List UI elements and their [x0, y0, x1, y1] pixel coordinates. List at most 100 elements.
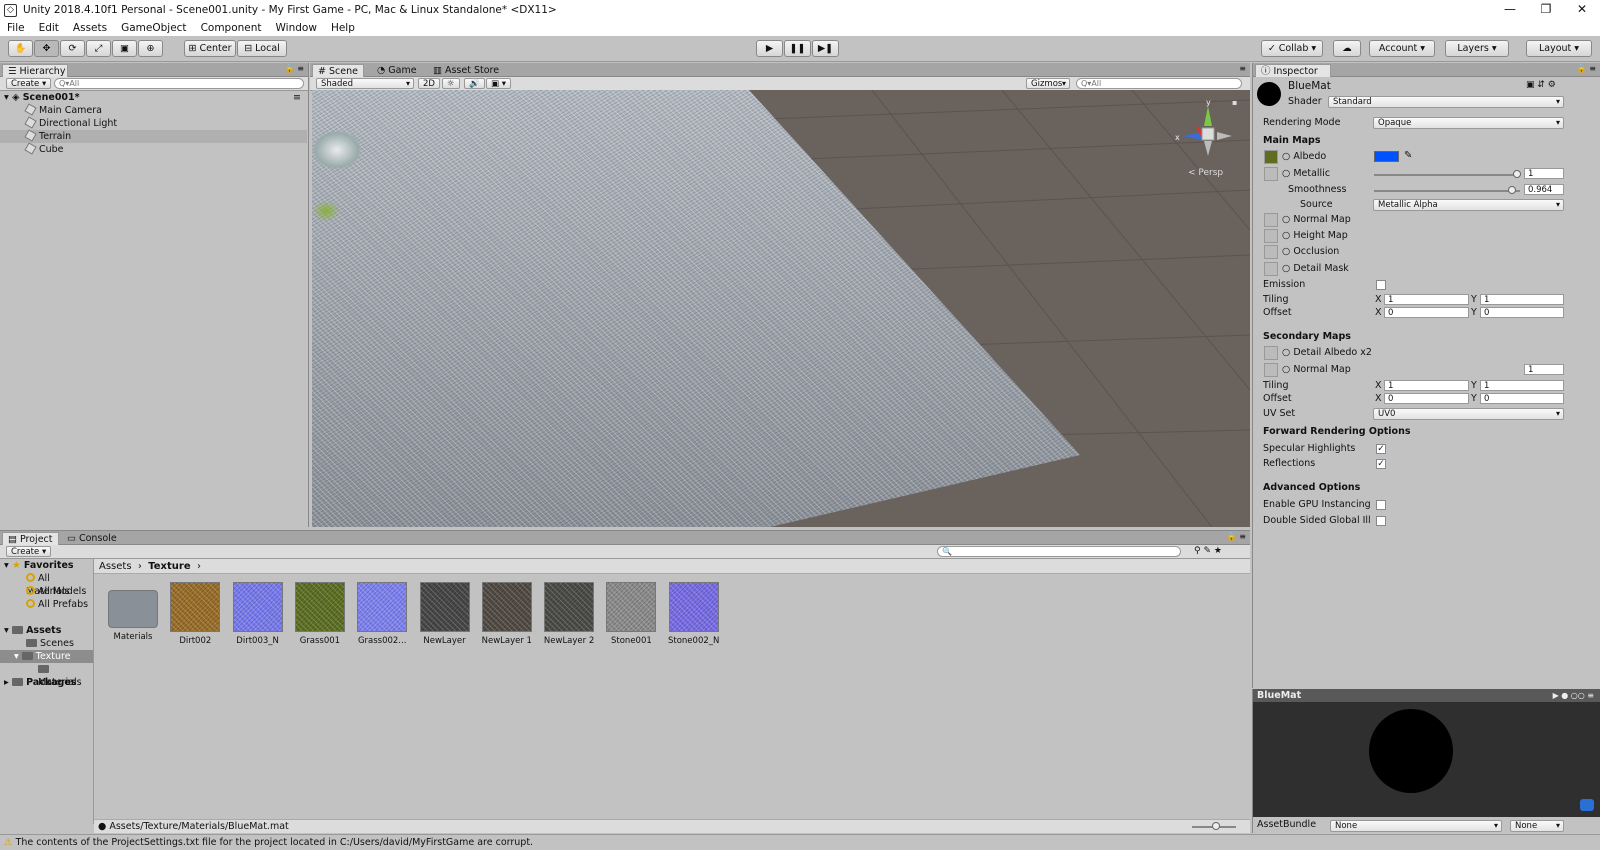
panel-menu-icon[interactable]: 🔒 ≡	[285, 64, 304, 73]
step-button[interactable]: ▶❚	[812, 40, 839, 57]
menu-component[interactable]: Component	[194, 22, 269, 34]
project-create-button[interactable]: Create ▾	[6, 546, 52, 557]
reflections-checkbox[interactable]: ✓	[1376, 459, 1386, 469]
hierarchy-create-button[interactable]: Create ▾	[6, 78, 52, 89]
gpu-instancing-checkbox[interactable]	[1376, 500, 1386, 510]
asset-item-stone002-n[interactable]: Stone002_N	[664, 582, 724, 646]
tiling-x-field[interactable]: 1	[1384, 294, 1469, 305]
minimize-button[interactable]: —	[1492, 0, 1528, 20]
restore-button[interactable]: ❐	[1528, 0, 1564, 20]
tab-console[interactable]: ▭ Console	[62, 532, 122, 545]
asset-item-newlayer-1[interactable]: NewLayer 1	[477, 582, 537, 646]
offset-x-field[interactable]: 0	[1384, 307, 1469, 318]
project-menu-icon[interactable]: 🔒 ≡	[1227, 532, 1246, 541]
asset-item-newlayer-2[interactable]: NewLayer 2	[539, 582, 599, 646]
secondary-normal-scale-field[interactable]: 1	[1524, 364, 1564, 375]
eyedropper-icon[interactable]: ✎	[1404, 150, 1412, 161]
material-preview-sphere[interactable]	[1369, 709, 1453, 793]
transform-tool-icon[interactable]: ⊕	[138, 40, 163, 57]
height-map-texture-slot[interactable]	[1264, 229, 1278, 243]
hierarchy-item-directional-light[interactable]: Directional Light	[0, 116, 307, 130]
cloud-icon[interactable]: ☁	[1333, 40, 1361, 57]
hierarchy-item-terrain[interactable]: Terrain	[0, 129, 307, 143]
metallic-value-field[interactable]: 1	[1524, 168, 1564, 179]
asset-item-grass002[interactable]: Grass002...	[352, 582, 412, 646]
menu-file[interactable]: File	[0, 22, 32, 34]
tab-hierarchy[interactable]: ☰ Hierarchy	[2, 64, 68, 77]
gizmos-dropdown[interactable]: Gizmos	[1026, 78, 1070, 89]
scene-search-input[interactable]: Q▾All	[1076, 78, 1242, 89]
metallic-slider[interactable]	[1374, 174, 1520, 176]
hierarchy-item-main-camera[interactable]: Main Camera	[0, 103, 307, 117]
albedo-color-swatch[interactable]	[1374, 151, 1399, 162]
assets-folder[interactable]: ▾ Assets	[0, 624, 93, 637]
menu-window[interactable]: Window	[269, 22, 324, 34]
smoothness-value-field[interactable]: 0.964	[1524, 184, 1564, 195]
perspective-label[interactable]: < Persp	[1188, 168, 1223, 178]
tiling2-y-field[interactable]: 1	[1480, 380, 1564, 391]
folder-scenes[interactable]: Scenes	[0, 637, 93, 650]
tiling-y-field[interactable]: 1	[1480, 294, 1564, 305]
menu-edit[interactable]: Edit	[32, 22, 66, 34]
favorite-all-materials[interactable]: All Materials	[0, 572, 93, 597]
close-button[interactable]: ✕	[1564, 0, 1600, 20]
albedo-texture-slot[interactable]	[1264, 150, 1278, 164]
smoothness-source-dropdown[interactable]: Metallic Alpha	[1373, 199, 1564, 211]
favorite-all-models[interactable]: All Models	[0, 585, 93, 598]
folder-texture[interactable]: ▾ Texture	[0, 650, 93, 663]
metallic-slider-knob[interactable]	[1513, 170, 1521, 178]
scene-panel-menu-icon[interactable]: ≡	[1239, 64, 1246, 73]
menu-assets[interactable]: Assets	[66, 22, 114, 34]
material-header-icons[interactable]: ▣ ⇵ ⚙	[1526, 80, 1556, 90]
smoothness-slider-knob[interactable]	[1508, 186, 1516, 194]
thumbnail-size-knob[interactable]	[1212, 822, 1220, 830]
assetbundle-dropdown[interactable]: None	[1330, 820, 1502, 832]
detail-albedo-texture-slot[interactable]	[1264, 346, 1278, 360]
folder-materials[interactable]: Materials	[0, 663, 93, 688]
menu-gameobject[interactable]: GameObject	[114, 22, 193, 34]
move-tool-icon[interactable]: ✥	[34, 40, 59, 57]
tiling2-x-field[interactable]: 1	[1384, 380, 1469, 391]
breadcrumb-assets[interactable]: Assets	[99, 561, 132, 572]
smoothness-slider[interactable]	[1374, 190, 1520, 192]
offset2-y-field[interactable]: 0	[1480, 393, 1564, 404]
lighting-toggle-icon[interactable]: ☼	[442, 78, 460, 89]
project-search-input[interactable]: 🔍	[937, 546, 1181, 557]
scale-tool-icon[interactable]: ⤢	[86, 40, 111, 57]
packages-folder[interactable]: ▸ Packages	[0, 676, 93, 689]
specular-highlights-checkbox[interactable]: ✓	[1376, 444, 1386, 454]
scene-menu-icon[interactable]: ≡	[293, 91, 301, 104]
scene-viewport[interactable]: y x < Persp ▪	[312, 90, 1250, 527]
2d-toggle-button[interactable]: 2D	[418, 78, 440, 89]
offset-y-field[interactable]: 0	[1480, 307, 1564, 318]
collab-dropdown[interactable]: ✓ Collab ▾	[1261, 40, 1323, 57]
hierarchy-item-cube[interactable]: Cube	[0, 142, 307, 156]
menu-help[interactable]: Help	[324, 22, 362, 34]
hierarchy-search-input[interactable]: Q▾All	[54, 78, 304, 89]
tab-project[interactable]: ▤ Project	[2, 532, 59, 545]
inspector-menu-icon[interactable]: 🔒 ≡	[1577, 64, 1596, 73]
pivot-center-button[interactable]: ⊞ Center	[184, 40, 236, 57]
layout-dropdown[interactable]: Layout ▾	[1526, 40, 1592, 57]
status-bar[interactable]: ⚠ The contents of the ProjectSettings.tx…	[0, 834, 1600, 850]
asset-item-materials[interactable]: Materials	[103, 582, 163, 642]
shader-dropdown[interactable]: Standard	[1328, 96, 1564, 108]
tab-game[interactable]: ◔ Game	[372, 64, 422, 77]
secondary-normal-map-slot[interactable]	[1264, 363, 1278, 377]
preview-controls-icon[interactable]: ▶ ● ○○ ≡	[1553, 689, 1594, 702]
rendering-mode-dropdown[interactable]: Opaque	[1373, 117, 1564, 129]
emission-checkbox[interactable]	[1376, 280, 1386, 290]
play-button[interactable]: ▶	[756, 40, 783, 57]
effects-dropdown-icon[interactable]: ▣ ▾	[486, 78, 511, 89]
pivot-local-button[interactable]: ⊟ Local	[237, 40, 287, 57]
asset-label-icon[interactable]	[1580, 799, 1594, 811]
uv-set-dropdown[interactable]: UV0	[1373, 408, 1564, 420]
asset-item-newlayer[interactable]: NewLayer	[415, 582, 475, 646]
assetbundle-variant-dropdown[interactable]: None	[1510, 820, 1564, 832]
favorite-all-prefabs[interactable]: All Prefabs	[0, 598, 93, 611]
pause-button[interactable]: ❚❚	[784, 40, 811, 57]
occlusion-texture-slot[interactable]	[1264, 245, 1278, 259]
offset2-x-field[interactable]: 0	[1384, 393, 1469, 404]
rect-tool-icon[interactable]: ▣	[112, 40, 137, 57]
asset-item-grass001[interactable]: Grass001	[290, 582, 350, 646]
